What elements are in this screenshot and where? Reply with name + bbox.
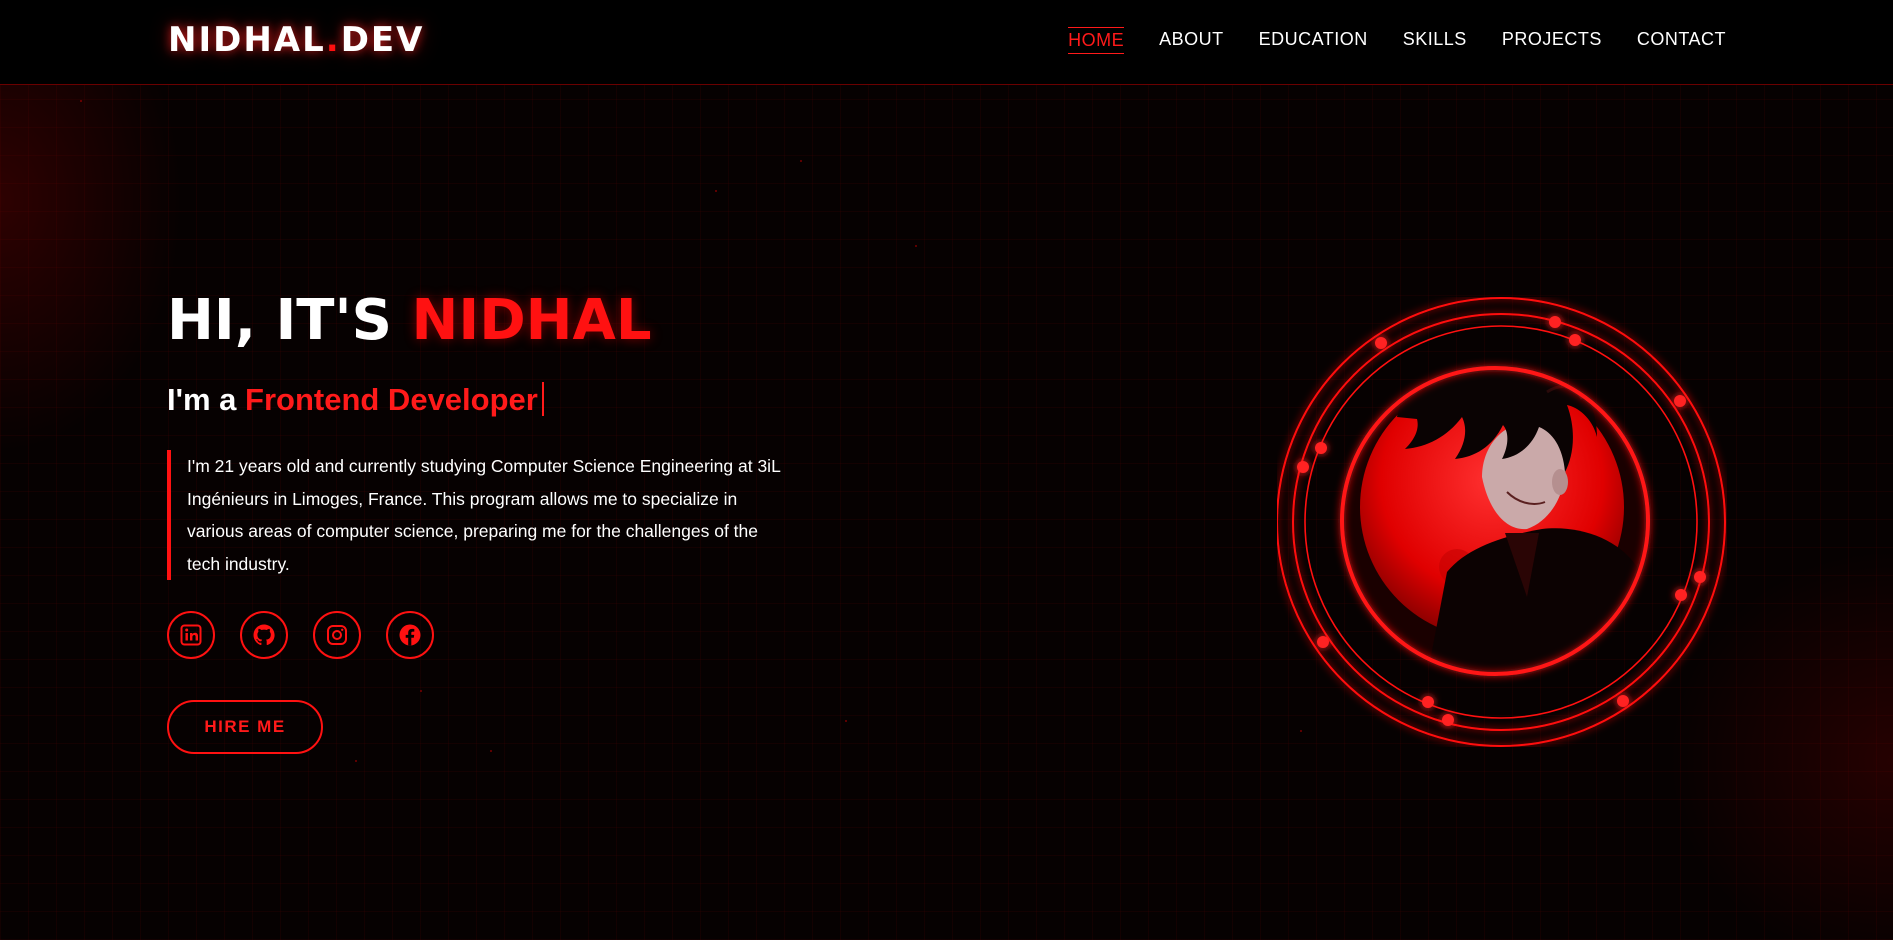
ember-particle [715,190,717,192]
ember-particle [80,100,82,102]
hero-name: NIDHAL [411,288,652,353]
instagram-icon [325,623,349,647]
logo-name: NIDHAL [168,20,326,60]
ember-particle [490,750,492,752]
instagram-button[interactable] [313,611,361,659]
hero-subtitle: I'm a Frontend Developer [167,382,544,418]
logo-dot: . [325,20,341,60]
linkedin-icon [179,623,203,647]
ember-particle [915,245,917,247]
facebook-button[interactable] [386,611,434,659]
ember-particle [420,690,422,692]
nav-link-projects[interactable]: PROJECTS [1502,27,1602,54]
ember-particle [800,160,802,162]
nav-link-about[interactable]: ABOUT [1159,27,1224,54]
nav-link-skills[interactable]: SKILLS [1403,27,1467,54]
logo-tld: DEV [340,20,425,60]
typed-role: Frontend Developer [245,382,538,417]
linkedin-button[interactable] [167,611,215,659]
nav-links: HOME ABOUT EDUCATION SKILLS PROJECTS CON… [1068,27,1726,54]
hire-me-button[interactable]: HIRE ME [167,700,323,754]
avatar-illustration [1277,297,1726,747]
site-logo[interactable]: NIDHAL.DEV [168,20,424,60]
profile-avatar [1277,297,1727,747]
nav-link-education[interactable]: EDUCATION [1259,27,1368,54]
nav-link-home[interactable]: HOME [1068,27,1125,54]
navbar: NIDHAL.DEV HOME ABOUT EDUCATION SKILLS P… [0,0,1893,85]
social-links [167,611,434,659]
ember-particle [355,760,357,762]
hero-greeting: HI, IT'S [167,288,412,353]
typing-caret [541,382,544,416]
hero-description: I'm 21 years old and currently studying … [167,450,787,580]
github-button[interactable] [240,611,288,659]
nav-link-contact[interactable]: CONTACT [1637,27,1726,54]
subtitle-prefix: I'm a [167,382,246,417]
hero-heading: HI, IT'S NIDHAL [167,288,652,353]
facebook-icon [398,623,422,647]
ember-particle [845,720,847,722]
github-icon [252,623,276,647]
